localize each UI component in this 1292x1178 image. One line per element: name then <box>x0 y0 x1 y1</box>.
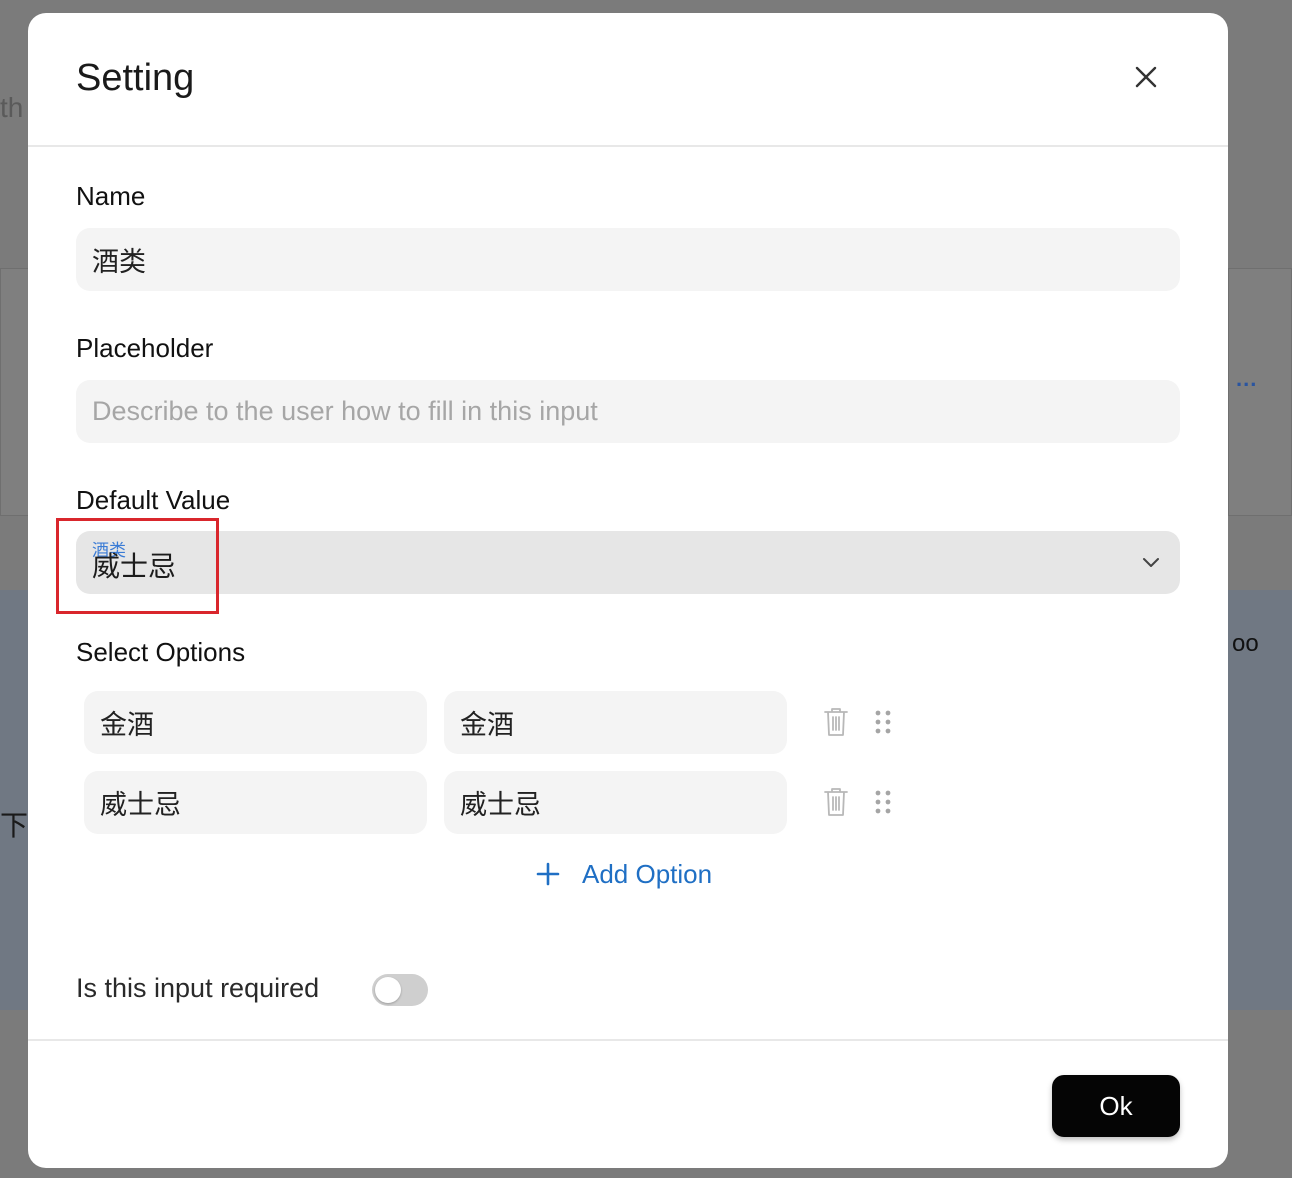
background-strip-left <box>0 590 30 1010</box>
background-text-fragment: 下 <box>0 810 29 841</box>
trash-icon <box>824 708 848 736</box>
drag-handle[interactable] <box>868 705 898 739</box>
add-option-label: Add Option <box>582 858 713 889</box>
highlight-annotation <box>56 518 219 614</box>
required-toggle[interactable] <box>372 974 428 1006</box>
option-value-input[interactable] <box>444 691 787 754</box>
setting-dialog: Setting Name Placeholder Default Value 酒… <box>28 13 1228 1168</box>
default-value-label: Default Value <box>76 485 231 515</box>
dialog-header: Setting <box>28 13 1228 147</box>
name-input[interactable] <box>76 228 1180 291</box>
dialog-footer: Ok <box>28 1039 1228 1168</box>
drag-handle-icon <box>875 790 891 814</box>
placeholder-input[interactable] <box>76 380 1180 443</box>
background-text-fragment: th <box>0 92 24 123</box>
background-text-fragment: oo <box>1232 630 1259 657</box>
trash-icon <box>824 788 848 816</box>
ok-button[interactable]: Ok <box>1052 1075 1180 1137</box>
drag-handle[interactable] <box>868 785 898 819</box>
background-panel-right <box>1228 268 1292 516</box>
background-more-icon: ... <box>1236 366 1258 391</box>
toggle-knob <box>375 977 401 1003</box>
background-panel-left <box>0 268 30 516</box>
placeholder-label: Placeholder <box>76 333 214 363</box>
delete-option-button[interactable] <box>821 705 851 739</box>
dialog-title: Setting <box>76 57 195 99</box>
close-button[interactable] <box>1128 59 1164 95</box>
add-option-button[interactable]: Add Option <box>536 856 712 892</box>
default-value-select[interactable]: 酒类 威士忌 <box>76 531 1180 594</box>
delete-option-button[interactable] <box>821 785 851 819</box>
option-label-input[interactable] <box>84 691 427 754</box>
select-options-label: Select Options <box>76 637 246 667</box>
option-label-input[interactable] <box>84 771 427 834</box>
chevron-down-icon <box>1143 558 1159 567</box>
name-label: Name <box>76 181 146 211</box>
required-label: Is this input required <box>76 973 320 1003</box>
close-icon <box>1135 66 1157 88</box>
drag-handle-icon <box>875 710 891 734</box>
plus-icon <box>536 862 560 886</box>
option-value-input[interactable] <box>444 771 787 834</box>
